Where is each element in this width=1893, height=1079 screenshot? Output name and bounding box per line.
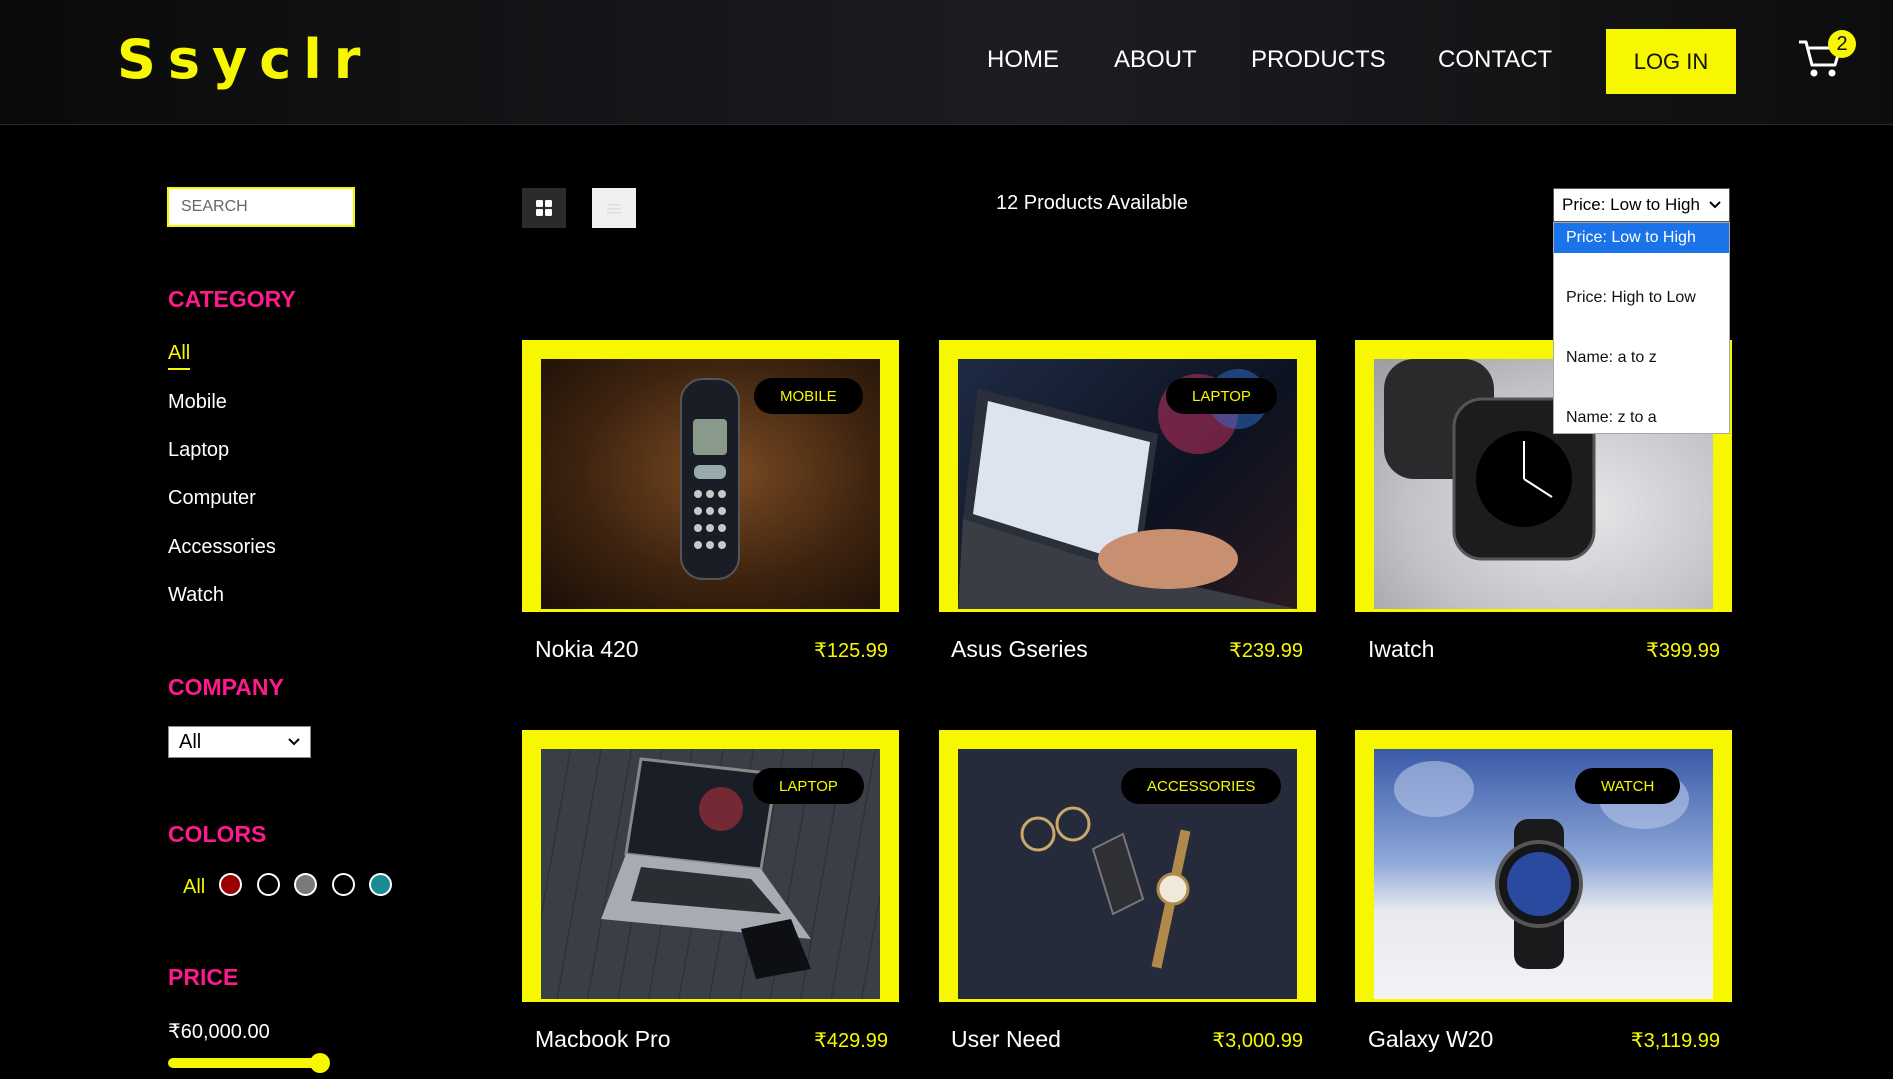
company-selected-value: All (179, 730, 202, 753)
product-price: ₹125.99 (814, 640, 888, 662)
category-computer[interactable]: Computer (168, 487, 256, 510)
nav-contact[interactable]: CONTACT (1438, 46, 1552, 74)
nav-home[interactable]: HOME (987, 46, 1059, 74)
sort-option-name-z-a[interactable]: Name: z to a (1554, 403, 1729, 433)
price-slider-track[interactable] (168, 1058, 320, 1068)
site-header: Ssyclr HOME ABOUT PRODUCTS CONTACT LOG I… (0, 0, 1893, 125)
product-name: Iwatch (1368, 636, 1435, 662)
product-name: User Need (951, 1026, 1061, 1052)
price-heading: PRICE (168, 964, 239, 990)
category-watch[interactable]: Watch (168, 584, 224, 607)
product-price: ₹239.99 (1229, 640, 1303, 662)
company-select[interactable]: All (168, 726, 311, 758)
color-all[interactable]: All (183, 876, 205, 899)
list-view-button[interactable] (592, 188, 636, 228)
color-swatch-red[interactable] (219, 873, 242, 896)
chevron-down-icon (1709, 201, 1721, 209)
product-card-galaxy[interactable]: WATCH (1355, 730, 1732, 1002)
search-input[interactable] (167, 187, 355, 227)
sort-option-price-low-high[interactable]: Price: Low to High (1554, 223, 1729, 253)
price-value: ₹60,000.00 (168, 1021, 270, 1043)
product-card-user-need[interactable]: ACCESSORIES (939, 730, 1316, 1002)
product-name: Asus Gseries (951, 636, 1088, 662)
chevron-down-icon (288, 738, 300, 746)
grid-view-button[interactable] (522, 188, 566, 228)
company-heading: COMPANY (168, 674, 284, 700)
nav-products[interactable]: PRODUCTS (1251, 46, 1386, 74)
colors-heading: COLORS (168, 821, 267, 847)
nav-about[interactable]: ABOUT (1114, 46, 1197, 74)
grid-icon (536, 200, 552, 216)
category-badge: ACCESSORIES (1121, 768, 1282, 804)
product-card-macbook[interactable]: LAPTOP (522, 730, 899, 1002)
sort-option-name-a-z[interactable]: Name: a to z (1554, 343, 1729, 373)
category-all[interactable]: All (168, 342, 191, 370)
sort-dropdown-list: Price: Low to High Price: High to Low Na… (1553, 222, 1730, 434)
price-slider-thumb[interactable] (310, 1053, 330, 1073)
category-accessories[interactable]: Accessories (168, 536, 276, 559)
product-name: Galaxy W20 (1368, 1026, 1494, 1052)
sort-selected-value: Price: Low to High (1562, 195, 1700, 214)
color-swatch-gray[interactable] (294, 873, 317, 896)
sort-select[interactable]: Price: Low to High (1553, 188, 1730, 222)
category-laptop[interactable]: Laptop (168, 439, 229, 462)
product-price: ₹3,000.99 (1212, 1030, 1303, 1052)
category-badge: WATCH (1575, 768, 1681, 804)
product-count: 12 Products Available (996, 192, 1188, 214)
category-mobile[interactable]: Mobile (168, 391, 227, 414)
list-icon (607, 204, 621, 214)
category-badge: MOBILE (754, 378, 863, 414)
site-logo[interactable]: Ssyclr (117, 28, 372, 91)
product-price: ₹3,119.99 (1630, 1030, 1720, 1052)
login-button[interactable]: LOG IN (1606, 29, 1736, 94)
product-price: ₹429.99 (814, 1030, 888, 1052)
sort-option-price-high-low[interactable]: Price: High to Low (1554, 283, 1729, 313)
category-badge: LAPTOP (753, 768, 864, 804)
cart-count-badge: 2 (1828, 30, 1856, 58)
product-card-nokia[interactable]: MOBILE (522, 340, 899, 612)
product-name: Nokia 420 (535, 636, 639, 662)
category-heading: CATEGORY (168, 286, 296, 312)
color-swatch-teal[interactable] (369, 873, 392, 896)
category-badge: LAPTOP (1166, 378, 1277, 414)
product-price: ₹399.99 (1646, 640, 1720, 662)
product-card-asus[interactable]: LAPTOP (939, 340, 1316, 612)
color-swatch-black[interactable] (257, 873, 280, 896)
product-name: Macbook Pro (535, 1026, 671, 1052)
color-swatch-black-2[interactable] (332, 873, 355, 896)
